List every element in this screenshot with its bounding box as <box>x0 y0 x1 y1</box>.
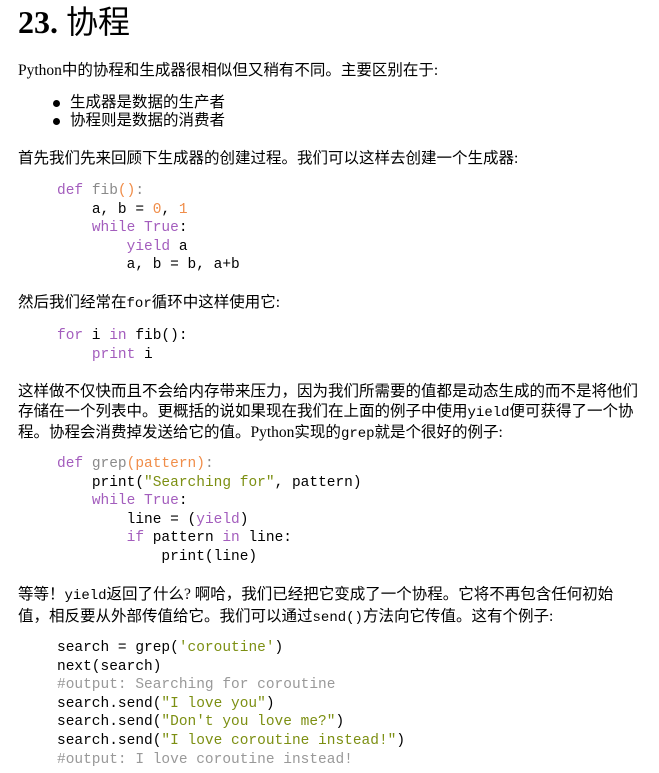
text-run: 方法向它传值。这有个例子: <box>362 607 554 625</box>
code-token: , <box>161 201 179 218</box>
code-token: search.send( <box>57 732 162 749</box>
code-token: print( <box>91 474 145 491</box>
code-block-send: search = grep('coroutine') next(search) #o… <box>57 639 405 769</box>
wait-paragraph: 等等！yield返回了什么? 啊哈，我们已经把它变成了一个协程。它将不再包含任何… <box>18 585 643 628</box>
code-token: i <box>135 346 153 363</box>
code-token: "Don't you love me?" <box>161 714 336 731</box>
code-token: search.send( <box>57 714 162 731</box>
code-token: def <box>57 456 84 472</box>
code-token: def <box>57 183 84 199</box>
section-number: 23. <box>18 4 58 40</box>
code-block-for: for i in fib(): print i <box>57 327 188 364</box>
code-token: print(line) <box>161 548 258 565</box>
code-token: next(search) <box>57 658 162 675</box>
code-token: pattern <box>144 530 223 547</box>
code-token: 'coroutine' <box>178 640 275 656</box>
code-token: "Searching for" <box>144 474 275 491</box>
code-token: a <box>170 238 188 255</box>
code-token: line: <box>239 530 292 547</box>
code-token: ) <box>239 511 249 528</box>
code-token: a, b = b, a+b <box>126 257 240 274</box>
section-title: 协程 <box>66 4 131 40</box>
text-run: 循环中这样使用它: <box>151 294 281 311</box>
code-token: yield <box>196 511 240 528</box>
code-token: in <box>109 328 127 344</box>
code-token: ) <box>265 695 275 712</box>
code-token: 1 <box>178 201 188 218</box>
code-token: i <box>83 328 110 344</box>
code-comment: #output: Searching for coroutine <box>57 677 336 694</box>
code-token: "I love you" <box>161 695 266 712</box>
document-page: 23. 协程 Python中的协程和生成器很相似但又稍有不同。主要区别在于: 生… <box>0 0 659 773</box>
code-token: : <box>204 456 214 472</box>
code-token: ) <box>274 640 284 656</box>
code-comment: #output: I love coroutine instead! <box>57 751 353 768</box>
text-run: 等等！ <box>18 586 65 603</box>
generator-paragraph: 首先我们先来回顾下生成器的创建过程。我们可以这样去创建一个生成器: <box>18 150 519 167</box>
inline-code: send() <box>312 609 363 626</box>
intro-paragraph: Python中的协程和生成器很相似但又稍有不同。主要区别在于: <box>18 62 439 79</box>
section-heading: 23. 协程 <box>18 2 130 42</box>
code-token: while <box>91 220 136 237</box>
inline-code: grep <box>340 426 375 442</box>
bullet-item: 生成器是数据的生产者 <box>52 94 225 112</box>
code-token: for <box>57 328 84 344</box>
code-token: True <box>144 493 179 510</box>
code-token: , pattern) <box>274 474 362 491</box>
code-token: True <box>144 220 179 237</box>
code-token: while <box>91 493 136 510</box>
code-token: "I love coroutine instead!" <box>161 732 397 749</box>
for-paragraph: 然后我们经常在for循环中这样使用它: <box>18 293 643 314</box>
text-run: 就是个很好的例子: <box>374 424 503 441</box>
code-token: : <box>135 183 145 199</box>
code-token: ) <box>335 714 345 731</box>
text-run: 然后我们经常在 <box>18 294 127 311</box>
code-block-grep: def grep(pattern): print("Searching for"… <box>57 455 362 567</box>
inline-code: for <box>126 296 152 312</box>
code-block-fib: def fib(): a, b = 0, 1 while True: yield… <box>57 182 240 275</box>
code-token: : <box>178 493 188 510</box>
inline-code: yield <box>467 404 510 421</box>
code-token: fib <box>91 183 118 199</box>
explain-paragraph: 这样做不仅快而且不会给内存带来压力，因为我们所需要的值都是动态生成的而不是将他们… <box>18 382 643 445</box>
code-token: () <box>117 183 136 199</box>
code-token: search.send( <box>57 695 162 712</box>
bullet-item: 协程则是数据的消费者 <box>52 112 225 130</box>
code-token: if <box>126 530 145 547</box>
code-token: line = ( <box>126 511 197 528</box>
code-token: (pattern) <box>126 456 205 472</box>
code-token: fib(): <box>126 328 188 344</box>
code-token: : <box>178 220 188 237</box>
code-token: grep <box>91 456 127 472</box>
code-token: print <box>91 346 136 363</box>
code-token: ) <box>396 732 406 749</box>
code-token: in <box>222 530 240 547</box>
inline-code: yield <box>64 588 107 604</box>
bullet-list: 生成器是数据的生产者 协程则是数据的消费者 <box>52 94 225 130</box>
code-token: search = grep( <box>57 640 179 656</box>
code-token: yield <box>126 238 171 255</box>
code-token: a, b = <box>91 201 153 218</box>
